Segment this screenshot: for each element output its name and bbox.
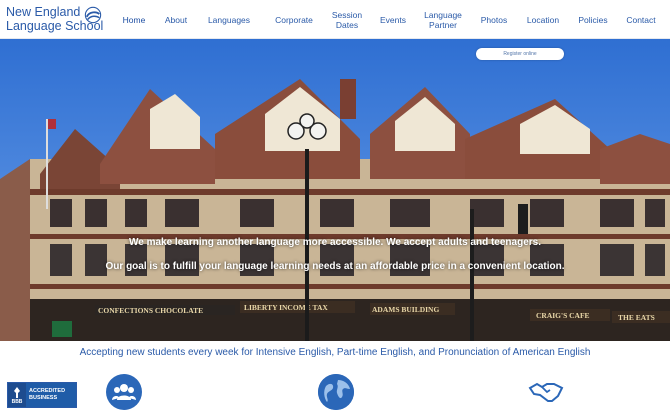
bbb-line2: BUSINESS (29, 395, 58, 401)
handshake-icon (528, 374, 564, 410)
nav-events-label: Events (380, 14, 406, 25)
bbb-mark-text: BBB (11, 399, 23, 405)
nav-location[interactable]: Location (521, 0, 565, 39)
site-header: New England Language School Home About L… (0, 0, 670, 39)
people-icon (106, 374, 142, 410)
nav-about[interactable]: About (160, 0, 192, 39)
nav-contact[interactable]: Contact (621, 0, 661, 39)
nav-events[interactable]: Events (375, 0, 411, 39)
hero-building-image: CONFECTIONS CHOCOLATE LIBERTY INCOME TAX… (0, 39, 670, 341)
nav-languages[interactable]: Languages (204, 0, 254, 39)
nav-session-dates[interactable]: Session Dates (328, 0, 366, 39)
sign-adams-building: ADAMS BUILDING (372, 305, 439, 314)
nav-photos[interactable]: Photos (476, 0, 512, 39)
hero-tagline-2: Our goal is to fulfill your language lea… (105, 261, 565, 272)
nav-location-label: Location (526, 14, 560, 25)
enrollment-announcement: Accepting new students every week for In… (79, 347, 591, 358)
nav-session-dates-label: Session Dates (331, 9, 363, 30)
nav-about-label: About (164, 14, 188, 25)
logo-swirl-icon (84, 6, 102, 24)
bbb-accredited-badge[interactable]: BBB ACCREDITED BUSINESS (7, 382, 77, 408)
nav-contact-label: Contact (626, 14, 656, 25)
bbb-text: ACCREDITED BUSINESS (26, 383, 76, 407)
nav-language-partner-label: Language Partner (424, 9, 462, 30)
nav-home[interactable]: Home (116, 0, 152, 39)
register-online-button[interactable]: Register online (476, 48, 564, 60)
nav-corporate[interactable]: Corporate (271, 0, 317, 39)
sign-craigs-cafe: CRAIG'S CAFE (536, 311, 590, 320)
nav-corporate-label: Corporate (275, 14, 313, 25)
logo-text-line1: New England (6, 5, 81, 19)
sign-confections: CONFECTIONS CHOCOLATE (98, 306, 203, 315)
sign-liberty-income-tax: LIBERTY INCOME TAX (244, 303, 328, 312)
hero-tagline-1: We make learning another language more a… (128, 237, 541, 248)
globe-icon (318, 374, 354, 410)
sign-the-eats: THE EATS (618, 313, 655, 322)
nav-policies[interactable]: Policies (573, 0, 613, 39)
nav-photos-label: Photos (480, 14, 508, 25)
bbb-logo-icon: BBB (8, 383, 26, 407)
bbb-line1: ACCREDITED (29, 388, 66, 394)
nav-language-partner[interactable]: Language Partner (420, 0, 466, 39)
nav-home-label: Home (122, 14, 146, 25)
bbb-torch-icon (14, 387, 20, 398)
site-logo[interactable]: New England Language School (6, 5, 103, 35)
hero-banner: CONFECTIONS CHOCOLATE LIBERTY INCOME TAX… (0, 39, 670, 341)
main-nav: Home About Languages Corporate Session D… (116, 0, 666, 39)
nav-languages-label: Languages (207, 14, 251, 25)
nav-policies-label: Policies (578, 14, 608, 25)
